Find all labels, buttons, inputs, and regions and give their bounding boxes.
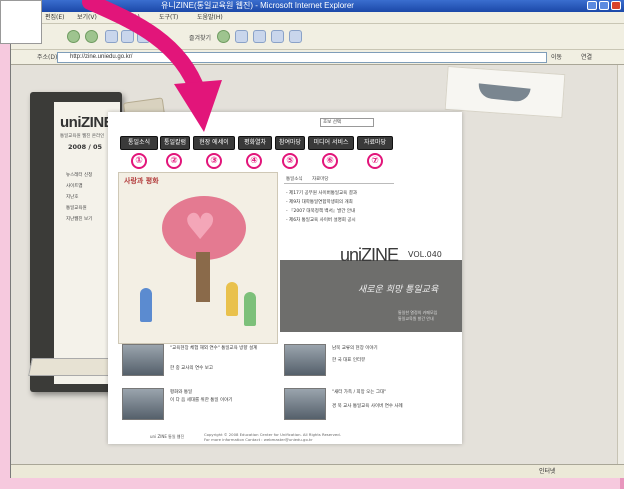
article-thumbnail[interactable] xyxy=(284,344,326,376)
article-desc: 한 국 대표 인터뷰 xyxy=(332,358,366,363)
tab-peace-train[interactable]: 평화열차 xyxy=(238,136,272,150)
issue-select[interactable]: 호보 선택 xyxy=(320,118,374,127)
volume-label: VOL.040 xyxy=(408,250,442,259)
callout-number-5: ⑤ xyxy=(282,153,298,169)
article-thumbnail[interactable] xyxy=(122,344,164,376)
mail-icon[interactable] xyxy=(235,30,248,43)
notice-tab-news[interactable]: 통일소식 xyxy=(286,176,303,182)
tree-trunk xyxy=(196,252,210,302)
book-link-back-issues[interactable]: 지난호 xyxy=(66,194,78,200)
notice-tab-archive[interactable]: 자료마당 xyxy=(312,176,329,182)
article-title[interactable]: "새터 가족 / 희망 오는 그대" xyxy=(332,390,432,396)
banner-caption: 통일교육원 발간 안내 xyxy=(398,316,434,321)
book-date: 2008 / 05 xyxy=(68,143,103,151)
notice-item[interactable]: - 제6차 통일교육 사이버 설명회 공시 xyxy=(286,217,356,223)
banner-slogan: 새로운 희망 통일교육 xyxy=(358,285,439,295)
footer-copyright: Copyright © 2008 Education Center for Un… xyxy=(204,432,341,442)
address-label: 주소(D) xyxy=(37,54,58,61)
minimize-button[interactable] xyxy=(587,1,597,10)
security-zone: 인터넷 xyxy=(539,468,556,475)
overlapping-window-snippet xyxy=(0,0,42,44)
article-title[interactable]: "교육현장 체험 해외 연수" 통일교육 방향 설계 xyxy=(170,346,270,352)
go-button[interactable]: 이동 xyxy=(551,52,562,63)
article-title[interactable]: 남북 교류의 현장 이야기 xyxy=(332,346,432,352)
article-thumbnail[interactable] xyxy=(122,388,164,420)
article-title[interactable]: 평화와 통일 xyxy=(170,390,270,396)
brand-banner xyxy=(280,260,462,332)
footer-logo: uni ZINE 통일 웹진 xyxy=(150,434,185,439)
book-link-sitemap[interactable]: 사이트맵 xyxy=(66,183,83,189)
edit-icon[interactable] xyxy=(271,30,284,43)
hero-title: 사랑과 평화 xyxy=(124,177,159,185)
callout-number-3: ③ xyxy=(206,153,222,169)
article-desc: 경 북 교사 통일교육 사이버 연수 사례 xyxy=(332,404,403,409)
article-desc: 이 다 음 세대를 위한 통일 이야기 xyxy=(170,398,233,403)
status-bar: 인터넷 xyxy=(11,464,624,478)
book-link-education-center[interactable]: 통일교육원 xyxy=(66,205,87,211)
tab-archive[interactable]: 자료마당 xyxy=(357,136,393,150)
tab-media-service[interactable]: 미디어 서비스 xyxy=(308,136,354,150)
brand-logo: uniZINE xyxy=(340,245,399,265)
notice-item[interactable]: - 제9차 대학통일연합학생회의 개최 xyxy=(286,199,353,205)
notice-item[interactable]: - 『2007 대북정책 백서』발간 안내 xyxy=(286,208,355,214)
heart-icon: ♥ xyxy=(184,207,217,248)
callout-number-1: ① xyxy=(131,153,147,169)
callout-number-4: ④ xyxy=(246,153,262,169)
maximize-button[interactable] xyxy=(599,1,609,10)
print-icon[interactable] xyxy=(253,30,266,43)
tab-participation[interactable]: 참여마당 xyxy=(275,136,305,150)
book-link-newsletter[interactable]: 뉴스레터 신청 xyxy=(66,172,92,178)
article-thumbnail[interactable] xyxy=(284,388,326,420)
callout-number-2: ② xyxy=(166,153,182,169)
pink-arrow-icon xyxy=(82,0,222,132)
child-figure xyxy=(226,282,238,316)
menu-edit[interactable]: 편집(E) xyxy=(45,12,65,24)
close-button[interactable] xyxy=(611,1,621,10)
vertical-scrollbar[interactable] xyxy=(617,65,624,464)
notice-divider xyxy=(284,183,394,184)
child-figure xyxy=(244,292,256,326)
child-figure xyxy=(140,288,152,322)
callout-number-6: ⑥ xyxy=(322,153,338,169)
notice-item[interactable]: - 제17기 공무원 사이버통일교육 결과 xyxy=(286,190,357,196)
discuss-icon[interactable] xyxy=(289,30,302,43)
links-button[interactable]: 연결 xyxy=(581,52,592,63)
footer-contact-line: For more information Contact : webmaster… xyxy=(204,437,313,442)
callout-number-7: ⑦ xyxy=(367,153,383,169)
book-link-old-webzine[interactable]: 지난웹진 보기 xyxy=(66,216,92,222)
article-desc: 한 중 교사의 연수 보고 xyxy=(170,366,213,371)
